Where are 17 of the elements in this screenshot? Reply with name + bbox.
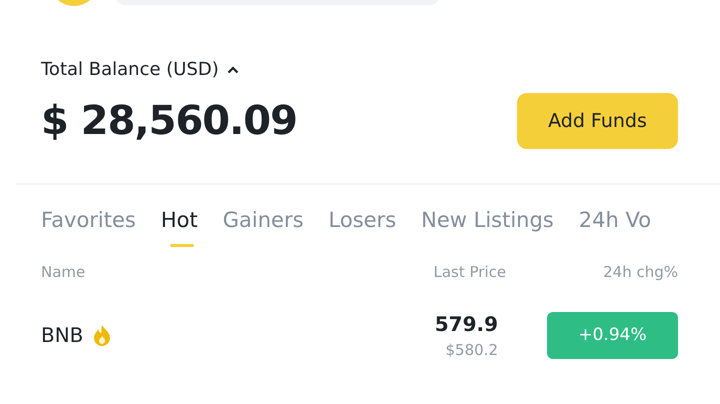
tab[interactable]: Hot — [160, 205, 210, 248]
coin-name: BNB — [41, 322, 84, 350]
column-header: 24h chg% — [603, 262, 678, 282]
caret-icon[interactable] — [226, 66, 239, 74]
last-price: 579.9 — [434, 311, 498, 338]
change-button[interactable]: +0.94% — [547, 312, 678, 359]
tab[interactable]: Gainers — [222, 205, 316, 248]
column-header: Last Price — [434, 262, 506, 282]
tab[interactable]: Losers — [328, 205, 408, 248]
tab[interactable]: New Listings — [421, 205, 566, 248]
column-header: Name — [41, 262, 86, 282]
tab[interactable]: Favorites — [41, 205, 148, 248]
balance-label: Total Balance (USD) — [41, 58, 219, 82]
fiat-price: $580.2 — [444, 340, 498, 361]
balance-amount: $ 28,560.09 — [41, 97, 297, 146]
tab[interactable]: 24h Vo — [578, 205, 664, 248]
add-funds-button[interactable]: Add Funds — [517, 93, 678, 149]
